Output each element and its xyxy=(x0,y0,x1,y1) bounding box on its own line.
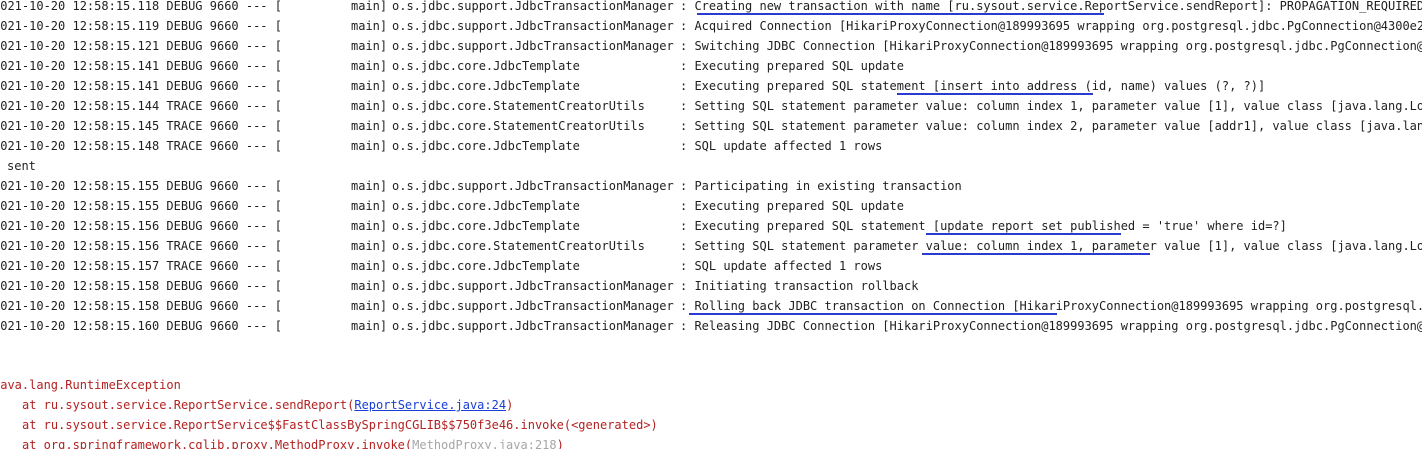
log-thread: main] xyxy=(351,119,388,133)
log-line: 2021-10-20 12:58:15.121 DEBUG 9660 --- [… xyxy=(0,36,1422,56)
log-timestamp: 2021-10-20 12:58:15.158 DEBUG 9660 --- [ xyxy=(0,279,282,293)
log-message: : Initiating transaction rollback xyxy=(680,279,919,293)
stack-frame: at ru.sysout.service.ReportService$$Fast… xyxy=(22,415,658,435)
log-thread: main] xyxy=(351,0,388,13)
log-logger: o.s.jdbc.support.JdbcTransactionManager xyxy=(392,279,674,293)
log-timestamp: 2021-10-20 12:58:15.121 DEBUG 9660 --- [ xyxy=(0,39,282,53)
log-thread: main] xyxy=(351,239,388,253)
stack-frame-prefix: at org.springframework.cglib.proxy.Metho… xyxy=(22,438,413,449)
log-message: : Setting SQL statement parameter value:… xyxy=(680,99,1422,113)
stack-trace-line: at ru.sysout.service.ReportService.sendR… xyxy=(0,395,1422,415)
log-message: : Switching JDBC Connection [HikariProxy… xyxy=(680,39,1422,53)
stack-frame-suffix: ) xyxy=(556,438,564,449)
log-line: 2021-10-20 12:58:15.119 DEBUG 9660 --- [… xyxy=(0,16,1422,36)
source-location-muted: MethodProxy.java:218 xyxy=(412,438,557,449)
log-logger: o.s.jdbc.core.JdbcTemplate xyxy=(392,259,580,273)
highlight-underline xyxy=(697,13,1104,15)
log-thread: main] xyxy=(351,199,388,213)
log-message: : Acquired Connection [HikariProxyConnec… xyxy=(680,19,1422,33)
log-logger: o.s.jdbc.support.JdbcTransactionManager xyxy=(392,0,674,13)
log-logger: o.s.jdbc.support.JdbcTransactionManager xyxy=(392,39,674,53)
stack-frame-prefix: at ru.sysout.service.ReportService$$Fast… xyxy=(22,418,658,432)
log-logger: o.s.jdbc.core.StatementCreatorUtils xyxy=(392,119,645,133)
log-thread: main] xyxy=(351,219,388,233)
log-thread: main] xyxy=(351,279,388,293)
highlight-underline xyxy=(689,313,1057,315)
log-logger: o.s.jdbc.core.StatementCreatorUtils xyxy=(392,99,645,113)
log-logger: o.s.jdbc.support.JdbcTransactionManager xyxy=(392,299,674,313)
log-line: 2021-10-20 12:58:15.157 TRACE 9660 --- [… xyxy=(0,256,1422,276)
log-line: 2021-10-20 12:58:15.141 DEBUG 9660 --- [… xyxy=(0,56,1422,76)
log-timestamp: 2021-10-20 12:58:15.141 DEBUG 9660 --- [ xyxy=(0,59,282,73)
stack-frame: at org.springframework.cglib.proxy.Metho… xyxy=(22,435,564,449)
log-timestamp: 2021-10-20 12:58:15.156 DEBUG 9660 --- [ xyxy=(0,219,282,233)
highlight-underline xyxy=(897,93,1093,95)
log-message: : Executing prepared SQL update xyxy=(680,59,904,73)
log-thread: main] xyxy=(351,39,388,53)
log-thread: main] xyxy=(351,139,388,153)
log-line: 2021-10-20 12:58:15.158 DEBUG 9660 --- [… xyxy=(0,276,1422,296)
log-timestamp: 2021-10-20 12:58:15.141 DEBUG 9660 --- [ xyxy=(0,79,282,93)
highlight-underline xyxy=(922,253,1150,255)
log-thread: main] xyxy=(351,19,388,33)
log-logger: o.s.jdbc.support.JdbcTransactionManager xyxy=(392,319,674,333)
log-timestamp: 2021-10-20 12:58:15.119 DEBUG 9660 --- [ xyxy=(0,19,282,33)
exception-name: java.lang.RuntimeException xyxy=(0,378,181,392)
log-logger: o.s.jdbc.core.JdbcTemplate xyxy=(392,199,580,213)
log-timestamp: 2021-10-20 12:58:15.158 DEBUG 9660 --- [ xyxy=(0,299,282,313)
log-continuation-text: sent xyxy=(7,159,36,173)
log-logger: o.s.jdbc.core.JdbcTemplate xyxy=(392,79,580,93)
stack-frame: at ru.sysout.service.ReportService.sendR… xyxy=(22,395,513,415)
log-thread: main] xyxy=(351,59,388,73)
log-timestamp: 2021-10-20 12:58:15.144 TRACE 9660 --- [ xyxy=(0,99,282,113)
source-link[interactable]: ReportService.java:24 xyxy=(354,398,506,412)
log-line: 2021-10-20 12:58:15.144 TRACE 9660 --- [… xyxy=(0,96,1422,116)
log-thread: main] xyxy=(351,259,388,273)
log-logger: o.s.jdbc.support.JdbcTransactionManager xyxy=(392,179,674,193)
log-thread: main] xyxy=(351,79,388,93)
log-logger: o.s.jdbc.core.JdbcTemplate xyxy=(392,59,580,73)
log-logger: o.s.jdbc.core.JdbcTemplate xyxy=(392,139,580,153)
log-message: : SQL update affected 1 rows xyxy=(680,139,883,153)
console-output[interactable]: 2021-10-20 12:58:15.118 DEBUG 9660 --- [… xyxy=(0,0,1422,449)
log-line: 2021-10-20 12:58:15.155 DEBUG 9660 --- [… xyxy=(0,176,1422,196)
log-logger: o.s.jdbc.support.JdbcTransactionManager xyxy=(392,19,674,33)
exception-line: java.lang.RuntimeException xyxy=(0,375,1422,395)
log-logger: o.s.jdbc.core.StatementCreatorUtils xyxy=(392,239,645,253)
log-thread: main] xyxy=(351,319,388,333)
log-message: : Releasing JDBC Connection [HikariProxy… xyxy=(680,319,1422,333)
log-timestamp: 2021-10-20 12:58:15.118 DEBUG 9660 --- [ xyxy=(0,0,282,13)
log-message: : Participating in existing transaction xyxy=(680,179,962,193)
log-line: 2021-10-20 12:58:15.156 DEBUG 9660 --- [… xyxy=(0,216,1422,236)
log-thread: main] xyxy=(351,179,388,193)
log-thread: main] xyxy=(351,99,388,113)
log-thread: main] xyxy=(351,299,388,313)
log-timestamp: 2021-10-20 12:58:15.155 DEBUG 9660 --- [ xyxy=(0,179,282,193)
log-timestamp: 2021-10-20 12:58:15.156 TRACE 9660 --- [ xyxy=(0,239,282,253)
stack-frame-prefix: at ru.sysout.service.ReportService.sendR… xyxy=(22,398,355,412)
stack-trace-line: at org.springframework.cglib.proxy.Metho… xyxy=(0,435,1422,449)
log-message: : Setting SQL statement parameter value:… xyxy=(680,119,1422,133)
log-line: 2021-10-20 12:58:15.145 TRACE 9660 --- [… xyxy=(0,116,1422,136)
stack-frame-suffix: ) xyxy=(506,398,514,412)
log-line: 2021-10-20 12:58:15.141 DEBUG 9660 --- [… xyxy=(0,76,1422,96)
log-message: : SQL update affected 1 rows xyxy=(680,259,883,273)
log-timestamp: 2021-10-20 12:58:15.148 TRACE 9660 --- [ xyxy=(0,139,282,153)
log-timestamp: 2021-10-20 12:58:15.157 TRACE 9660 --- [ xyxy=(0,259,282,273)
log-timestamp: 2021-10-20 12:58:15.160 DEBUG 9660 --- [ xyxy=(0,319,282,333)
log-logger: o.s.jdbc.core.JdbcTemplate xyxy=(392,219,580,233)
stack-trace-line: at ru.sysout.service.ReportService$$Fast… xyxy=(0,415,1422,435)
log-line: 2021-10-20 12:58:15.155 DEBUG 9660 --- [… xyxy=(0,196,1422,216)
log-timestamp: 2021-10-20 12:58:15.145 TRACE 9660 --- [ xyxy=(0,119,282,133)
log-line-continuation: sent xyxy=(0,156,1422,176)
log-line: 2021-10-20 12:58:15.156 TRACE 9660 --- [… xyxy=(0,236,1422,256)
log-message: : Executing prepared SQL update xyxy=(680,199,904,213)
log-line: 2021-10-20 12:58:15.148 TRACE 9660 --- [… xyxy=(0,136,1422,156)
log-timestamp: 2021-10-20 12:58:15.155 DEBUG 9660 --- [ xyxy=(0,199,282,213)
highlight-underline xyxy=(926,233,1121,235)
log-line: 2021-10-20 12:58:15.160 DEBUG 9660 --- [… xyxy=(0,316,1422,336)
